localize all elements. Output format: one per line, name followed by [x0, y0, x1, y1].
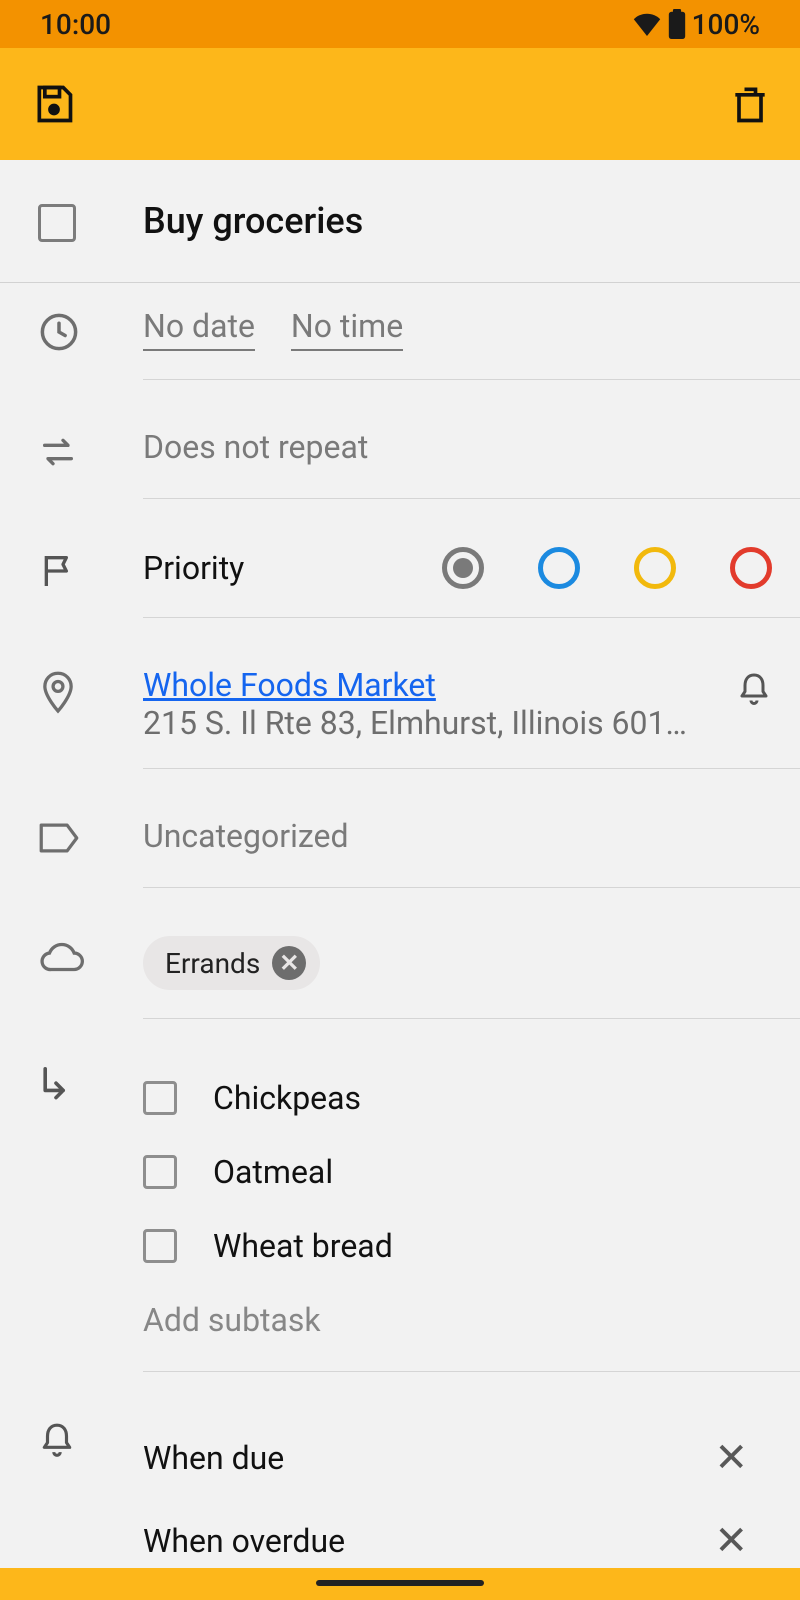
- reminder-row[interactable]: When due ✕: [143, 1416, 772, 1499]
- time-field[interactable]: No time: [291, 307, 403, 351]
- task-title-row[interactable]: Buy groceries: [0, 160, 800, 283]
- tag-icon: [38, 821, 80, 855]
- cloud-icon: [38, 940, 84, 976]
- list-chip-label: Errands: [165, 947, 260, 980]
- subtasks-section: Chickpeas Oatmeal Wheat bread Add subtask: [0, 1043, 800, 1396]
- battery-icon: [668, 9, 686, 39]
- priority-high[interactable]: [730, 547, 772, 589]
- status-time: 10:00: [40, 8, 111, 41]
- category-value: Uncategorized: [143, 817, 349, 855]
- status-right: 100%: [632, 8, 760, 41]
- datetime-row[interactable]: No date No time: [0, 283, 800, 404]
- priority-none[interactable]: [442, 547, 484, 589]
- subtask-arrow-icon: [38, 1065, 74, 1105]
- location-icon: [38, 670, 78, 716]
- subtask-label: Oatmeal: [213, 1153, 333, 1191]
- subtask-checkbox[interactable]: [143, 1155, 177, 1189]
- flag-icon: [38, 551, 78, 591]
- save-button[interactable]: [32, 82, 76, 126]
- reminder-label: When due: [143, 1439, 284, 1477]
- bell-icon: [38, 1420, 76, 1462]
- subtask-checkbox[interactable]: [143, 1229, 177, 1263]
- delete-button[interactable]: [728, 82, 772, 126]
- category-row[interactable]: Uncategorized: [0, 793, 800, 912]
- wifi-icon: [632, 12, 662, 36]
- reminder-remove-button[interactable]: ✕: [714, 1517, 748, 1564]
- date-field[interactable]: No date: [143, 307, 255, 351]
- status-bar: 10:00 100%: [0, 0, 800, 48]
- trash-icon: [728, 82, 772, 126]
- location-reminder-button[interactable]: [724, 666, 772, 710]
- task-complete-checkbox[interactable]: [38, 204, 76, 242]
- priority-label: Priority: [143, 549, 388, 587]
- home-indicator: [316, 1580, 484, 1586]
- subtask-row[interactable]: Oatmeal: [143, 1135, 772, 1209]
- subtask-checkbox[interactable]: [143, 1081, 177, 1115]
- repeat-value: Does not repeat: [143, 428, 368, 466]
- subtask-row[interactable]: Wheat bread: [143, 1209, 772, 1283]
- subtask-label: Chickpeas: [213, 1079, 361, 1117]
- app-bar: [0, 48, 800, 160]
- priority-medium[interactable]: [634, 547, 676, 589]
- chip-remove-icon[interactable]: ✕: [272, 946, 306, 980]
- reminder-label: When overdue: [143, 1522, 345, 1560]
- repeat-row[interactable]: Does not repeat: [0, 404, 800, 523]
- reminder-remove-button[interactable]: ✕: [714, 1434, 748, 1481]
- location-row[interactable]: Whole Foods Market 215 S. Il Rte 83, Elm…: [0, 642, 800, 793]
- battery-percent: 100%: [692, 8, 760, 41]
- clock-icon: [38, 311, 80, 353]
- task-title[interactable]: Buy groceries: [143, 200, 772, 242]
- location-name[interactable]: Whole Foods Market: [143, 666, 724, 704]
- add-subtask-button[interactable]: Add subtask: [143, 1283, 772, 1363]
- repeat-icon: [38, 432, 78, 472]
- subtask-row[interactable]: Chickpeas: [143, 1061, 772, 1135]
- list-chip[interactable]: Errands ✕: [143, 936, 320, 990]
- reminders-section: When due ✕ When overdue ✕: [0, 1396, 800, 1582]
- subtask-label: Wheat bread: [213, 1227, 393, 1265]
- priority-row: Priority: [0, 523, 800, 642]
- priority-low[interactable]: [538, 547, 580, 589]
- save-icon: [32, 82, 76, 126]
- location-address: 215 S. Il Rte 83, Elmhurst, Illinois 601…: [143, 704, 724, 742]
- bell-icon: [736, 670, 772, 710]
- list-row[interactable]: Errands ✕: [0, 912, 800, 1043]
